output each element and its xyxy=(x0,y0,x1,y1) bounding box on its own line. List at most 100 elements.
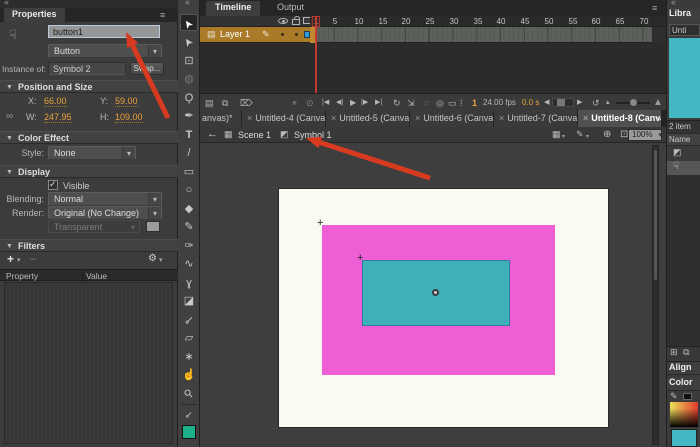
close-tab-icon[interactable]: × xyxy=(499,113,504,123)
current-frame-value[interactable]: 1 xyxy=(472,97,477,109)
bone-tool[interactable]: ɣ xyxy=(178,275,200,291)
remove-filter-button[interactable]: – xyxy=(30,253,36,265)
link-width-height-icon[interactable]: ∞ xyxy=(6,111,13,122)
timeline-panel-menu-icon[interactable]: ≡ xyxy=(652,3,657,13)
zoom-out-timeline-icon[interactable]: ▴ xyxy=(606,97,610,109)
spray-brush-tool[interactable]: ∗ xyxy=(178,349,200,365)
scrubber-thumb[interactable] xyxy=(557,99,565,106)
new-folder-icon[interactable]: ⧉ xyxy=(680,347,689,357)
document-tab-partial[interactable]: anvas)* xyxy=(200,110,242,127)
library-document-dropdown[interactable]: Unti xyxy=(669,24,700,36)
stage-pasteboard[interactable]: + + xyxy=(200,143,666,447)
library-item-row-selected[interactable]: ☟ xyxy=(667,161,700,175)
current-color-swatch[interactable] xyxy=(671,429,697,447)
brush-tool[interactable]: ✑ xyxy=(178,238,200,254)
elapsed-time-value[interactable]: 0.0 s xyxy=(522,97,539,109)
stroke-color-pencil-icon[interactable]: ✎ xyxy=(670,391,678,402)
collapse-properties-icon[interactable]: « xyxy=(4,0,9,7)
center-frame-icon[interactable]: ⊕ xyxy=(603,129,611,140)
ruler-frame-number[interactable]: 40 xyxy=(497,17,506,26)
edit-scene-icon[interactable]: ▦ xyxy=(552,129,561,140)
document-tab-untitled-8[interactable]: ×Untitled-8 (Canvas)* xyxy=(578,110,662,127)
frame-rate-value[interactable]: 24.00 fps xyxy=(483,97,516,109)
ruler-frame-number[interactable]: 35 xyxy=(474,17,483,26)
new-layer-icon[interactable]: ▤ xyxy=(205,97,214,109)
instance-type-dropdown[interactable]: Button ▾ xyxy=(48,44,162,58)
show-hide-layers-icon[interactable] xyxy=(278,18,288,24)
onion-skin-outlines-icon[interactable]: ◎ xyxy=(436,97,444,109)
lock-layers-icon[interactable] xyxy=(292,19,300,25)
library-panel-tab[interactable]: Libra xyxy=(669,8,700,22)
ruler-frame-number[interactable]: 55 xyxy=(569,17,578,26)
delete-layer-icon[interactable]: ⌦ xyxy=(240,97,253,109)
ruler-frame-number[interactable]: 45 xyxy=(521,17,530,26)
ruler-frame-number[interactable]: 65 xyxy=(616,17,625,26)
tab-properties[interactable]: Properties xyxy=(4,8,65,22)
edit-scene-chevron-icon[interactable]: ▾ xyxy=(562,133,565,140)
width-tool[interactable]: ∿ xyxy=(178,256,200,272)
export-icon[interactable]: ⇲ xyxy=(407,97,415,109)
ruler-frame-number[interactable]: 30 xyxy=(450,17,459,26)
w-value[interactable]: 247.95 xyxy=(44,112,72,123)
add-filter-chevron-icon[interactable]: ▾ xyxy=(17,256,21,264)
frames-strip[interactable] xyxy=(310,27,652,43)
collapse-tools-icon[interactable]: « xyxy=(185,0,190,7)
tab-output[interactable]: Output xyxy=(268,1,313,16)
instance-of-field[interactable]: Symbol 2 xyxy=(48,62,126,75)
subselection-tool[interactable]: ➤ xyxy=(178,34,200,50)
color-panel-header[interactable]: Color xyxy=(667,377,700,391)
close-tab-icon[interactable]: × xyxy=(331,113,336,123)
stage-vertical-scrollbar[interactable] xyxy=(652,145,659,445)
tab-timeline[interactable]: Timeline xyxy=(206,1,260,16)
play-button[interactable]: ▶ xyxy=(350,97,356,109)
3d-rotation-tool[interactable]: ◍ xyxy=(178,71,200,87)
close-tab-icon[interactable]: × xyxy=(415,113,420,123)
section-display[interactable]: ▼ Display xyxy=(0,165,178,178)
layer-name[interactable]: Layer 1 xyxy=(220,29,250,39)
x-value[interactable]: 66.00 xyxy=(44,96,67,107)
step-back-button[interactable]: ◀| xyxy=(336,97,343,109)
go-to-first-frame-button[interactable]: |◀ xyxy=(322,97,329,109)
playhead[interactable] xyxy=(315,16,317,93)
document-tab-untitled-4[interactable]: ×Untitled-4 (Canvas)* xyxy=(242,110,326,127)
close-tab-icon[interactable]: × xyxy=(247,113,252,123)
step-forward-button[interactable]: |▶ xyxy=(361,97,368,109)
add-filter-button[interactable]: + xyxy=(7,252,14,266)
zoom-in-timeline-icon[interactable]: ▲ xyxy=(653,97,663,109)
color-picker-gradient[interactable] xyxy=(670,402,698,427)
stage-zoom-dropdown[interactable]: 100% ▾ xyxy=(628,129,662,141)
timeline-zoom-slider-thumb[interactable] xyxy=(630,99,637,106)
y-value[interactable]: 59.00 xyxy=(115,96,138,107)
marker-icon[interactable]: ⌖ xyxy=(292,97,297,109)
fill-color-swatch[interactable] xyxy=(182,425,196,439)
swap-button[interactable]: Swap... xyxy=(130,62,164,75)
center-playhead-icon[interactable]: ⊙ xyxy=(306,97,314,109)
ruler-frame-number[interactable]: 50 xyxy=(545,17,554,26)
ruler-frame-number[interactable]: 15 xyxy=(379,17,388,26)
scrollbar-thumb[interactable] xyxy=(654,150,657,280)
layer-lock-dot[interactable] xyxy=(295,33,298,36)
ruler-frame-number[interactable]: 20 xyxy=(402,17,411,26)
eraser-tool[interactable]: ▱ xyxy=(178,330,200,346)
document-tab-untitled-6[interactable]: ×Untitled-6 (Canvas)* xyxy=(410,110,494,127)
pen-tool[interactable]: ✒ xyxy=(178,108,200,124)
lasso-tool[interactable]: Ϙ xyxy=(178,90,200,106)
section-color-effect[interactable]: ▼ Color Effect xyxy=(0,131,178,144)
instance-name-input[interactable]: button1 xyxy=(48,25,160,38)
section-filters[interactable]: ▼ Filters xyxy=(0,239,178,252)
pencil-tool[interactable]: ✎ xyxy=(178,219,200,235)
scene-breadcrumb[interactable]: Scene 1 xyxy=(238,130,271,140)
symbol-breadcrumb[interactable]: Symbol 1 xyxy=(294,130,332,140)
filter-options-gear-icon[interactable]: ⚙ xyxy=(148,253,157,264)
new-symbol-icon[interactable]: ⊞ xyxy=(667,347,678,357)
section-position-and-size[interactable]: ▼ Position and Size xyxy=(0,80,178,93)
edit-symbol-icon[interactable]: ✎ xyxy=(576,129,584,140)
layer-row-layer1[interactable]: ▤ Layer 1 ✎ xyxy=(200,27,310,43)
line-tool[interactable]: / xyxy=(178,145,200,161)
modify-markers-icon[interactable]: ⁞ xyxy=(460,97,463,109)
loop-icon[interactable]: ↻ xyxy=(393,97,401,109)
rectangle-tool[interactable]: ▭ xyxy=(178,164,200,180)
edit-multiple-frames-icon[interactable]: ▭ xyxy=(448,97,457,109)
layer-visibility-dot[interactable] xyxy=(281,33,284,36)
render-dropdown[interactable]: Original (No Change) ▾ xyxy=(48,206,162,220)
